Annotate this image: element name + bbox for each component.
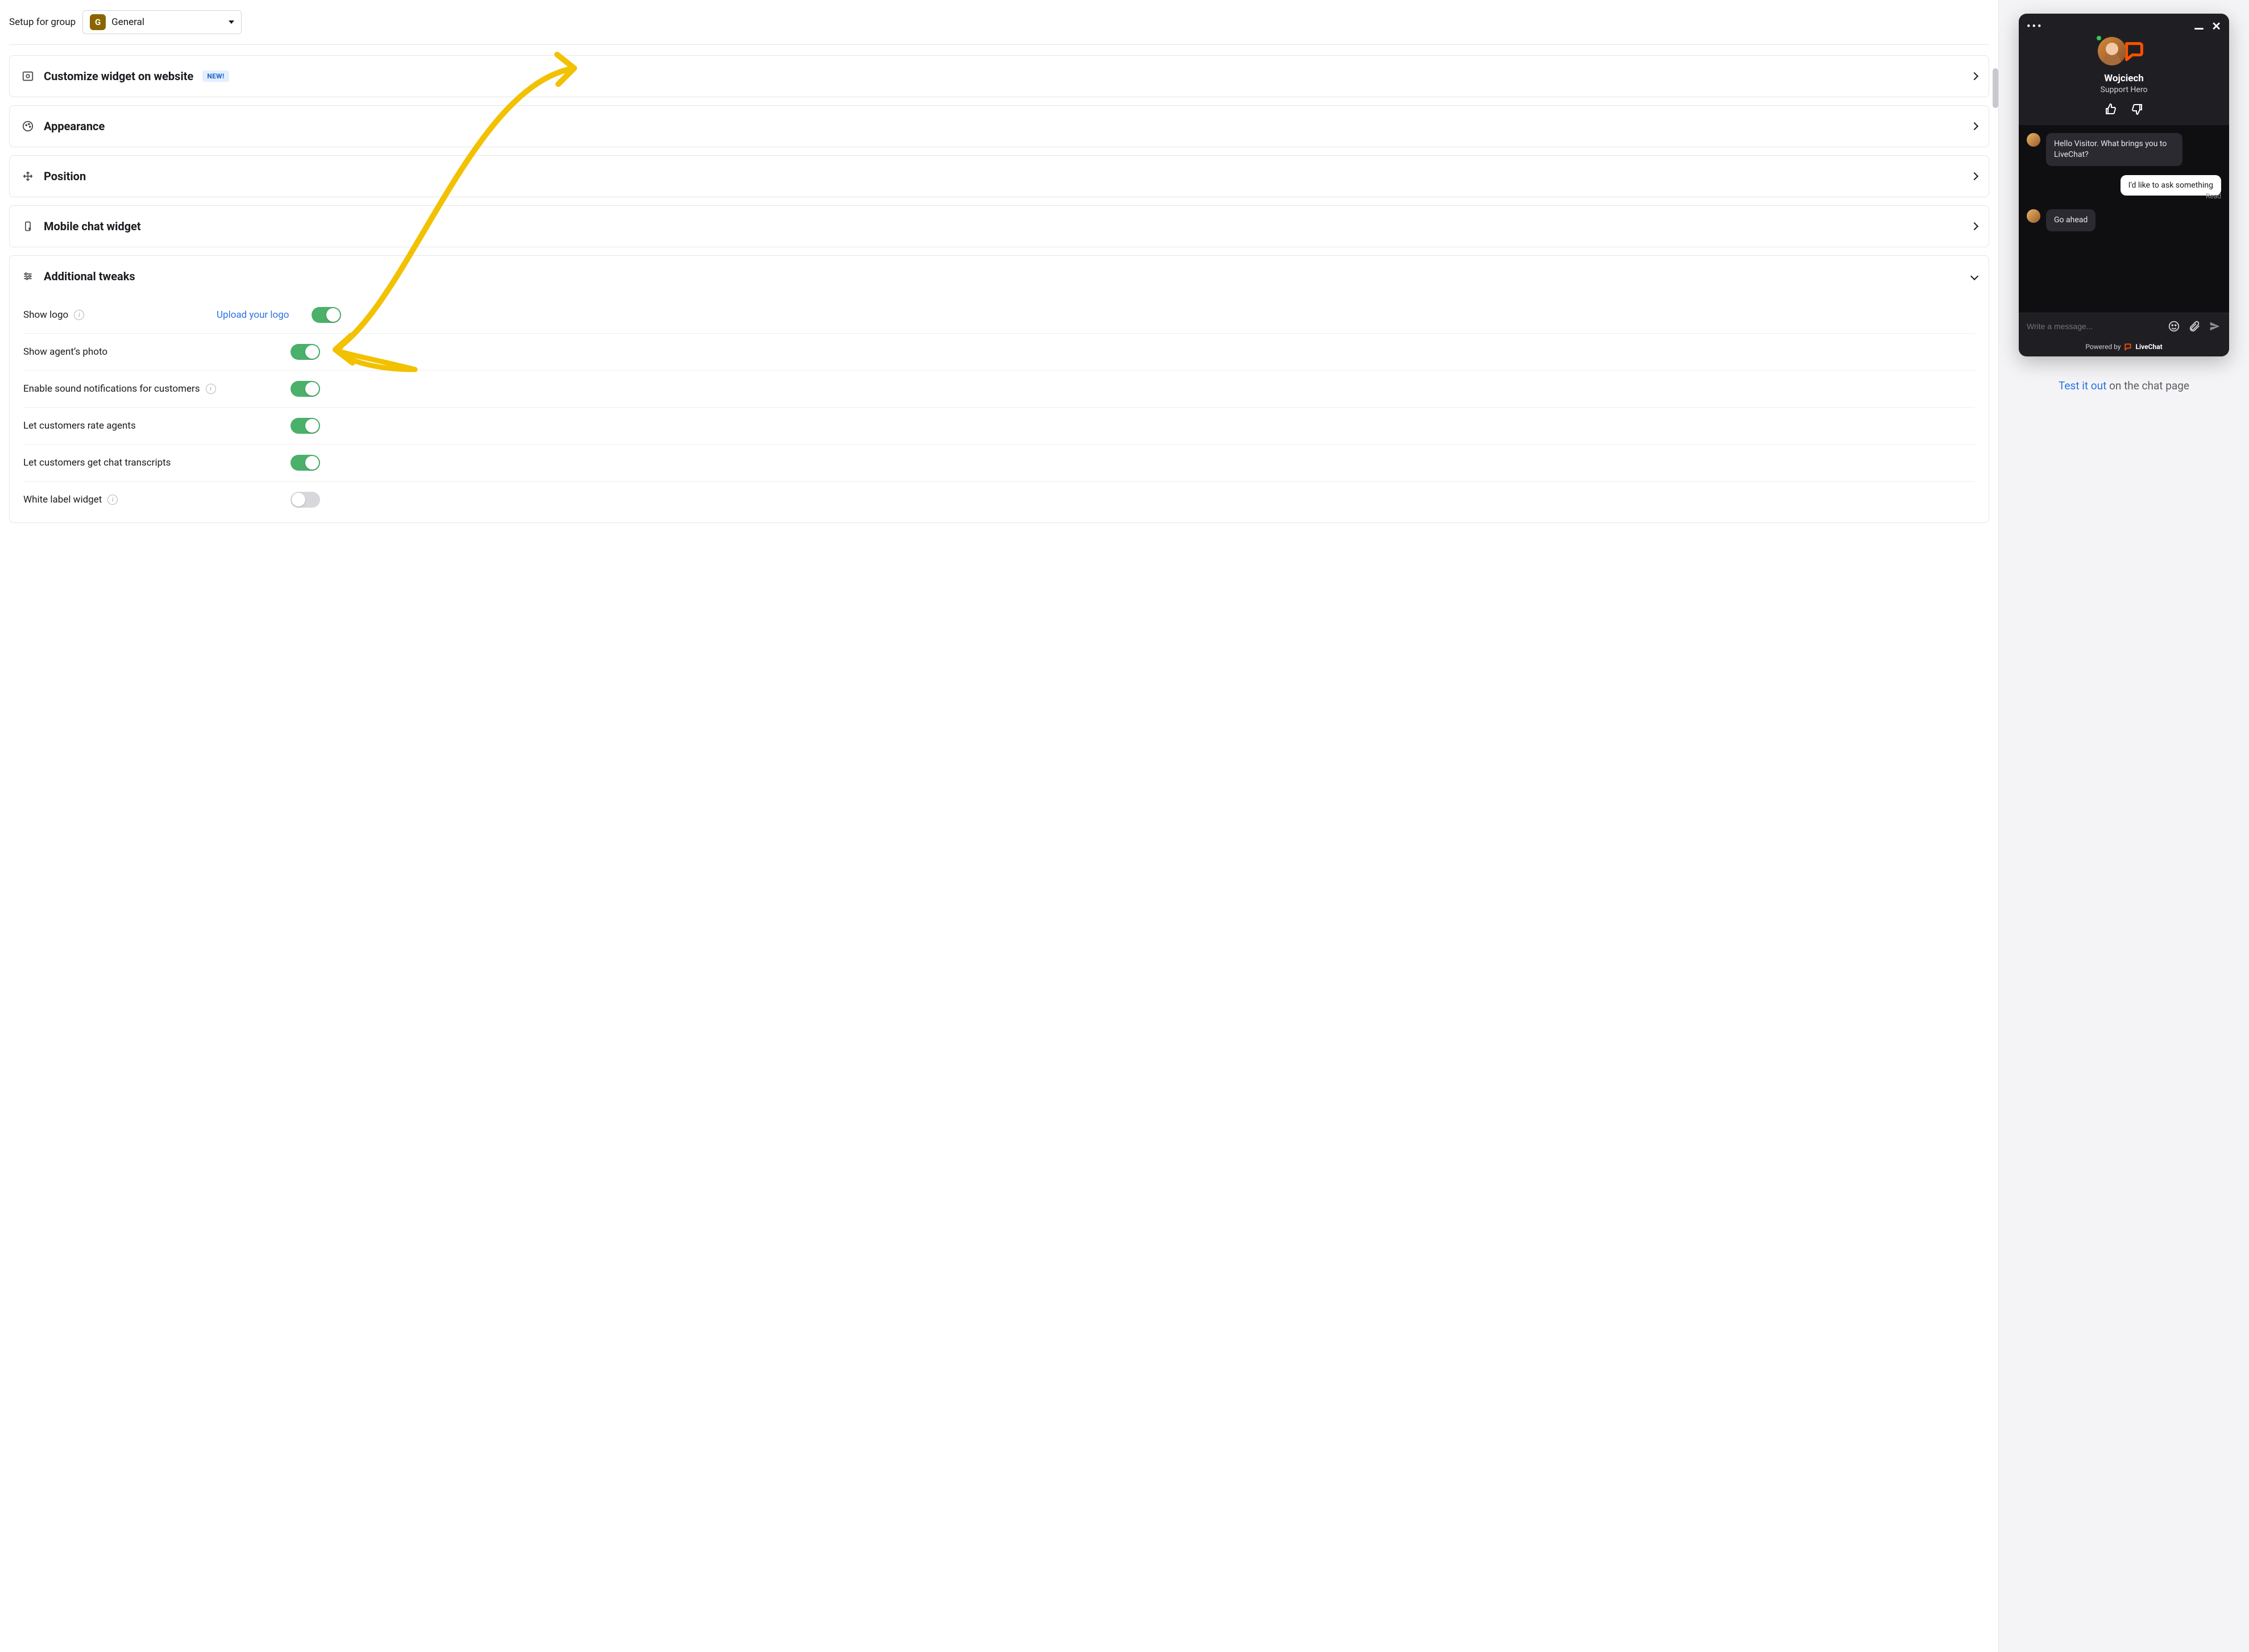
close-icon[interactable]: ✕ [2211, 19, 2221, 33]
tweak-label: Show logo [23, 309, 68, 321]
powered-brand: LiveChat [2135, 343, 2162, 351]
panel-position[interactable]: Position [9, 155, 1989, 197]
chevron-right-icon [1970, 222, 1978, 230]
info-icon[interactable]: i [107, 495, 118, 505]
panel-tweaks: Additional tweaks Show logo i Upload you… [9, 255, 1989, 523]
tweak-label: Let customers get chat transcripts [23, 457, 171, 468]
agent-avatar-small [2027, 133, 2040, 147]
cta-line: Test it out on the chat page [2059, 379, 2189, 392]
agent-avatar-small [2027, 209, 2040, 223]
panel-title-customize: Customize widget on website [44, 69, 193, 83]
chevron-down-icon [1970, 272, 1978, 280]
tweak-label: Let customers rate agents [23, 420, 136, 431]
attachment-icon[interactable] [2188, 320, 2201, 333]
toggle-rate[interactable] [291, 418, 320, 434]
scrollbar[interactable] [1993, 68, 1998, 108]
send-icon[interactable] [2209, 320, 2221, 333]
move-icon [21, 169, 35, 183]
panel-customize[interactable]: Customize widget on website NEW! [9, 55, 1989, 97]
thumbs-down-icon[interactable] [2130, 102, 2144, 116]
tweak-row-rate: Let customers rate agents [23, 408, 1975, 445]
chevron-right-icon [1970, 172, 1978, 180]
tweak-row-sound: Enable sound notifications for customers… [23, 371, 1975, 408]
panel-title-appearance: Appearance [44, 119, 105, 133]
website-icon [21, 69, 35, 83]
new-badge: NEW! [202, 70, 229, 82]
panel-title-mobile: Mobile chat widget [44, 219, 141, 233]
info-icon[interactable]: i [74, 310, 84, 320]
group-select[interactable]: G General [82, 10, 242, 34]
toggle-whitelabel[interactable] [291, 492, 320, 508]
chat-widget-preview: ••• ✕ Wojciech Support Hero [2019, 14, 2229, 356]
tweak-row-whitelabel: White label widget i [23, 482, 1975, 518]
panel-head-tweaks[interactable]: Additional tweaks [10, 256, 1989, 297]
chevron-right-icon [1970, 122, 1978, 130]
menu-dots-icon[interactable]: ••• [2027, 20, 2043, 32]
livechat-icon [2124, 343, 2132, 351]
panel-title-position: Position [44, 169, 86, 183]
group-name: General [111, 16, 144, 28]
chevron-down-icon [229, 20, 234, 24]
powered-label: Powered by [2085, 343, 2121, 351]
tweak-row-agent-photo: Show agent’s photo [23, 334, 1975, 371]
sliders-icon [21, 269, 35, 283]
chat-input[interactable] [2027, 322, 2160, 331]
presence-indicator [2096, 35, 2102, 41]
tweak-row-transcript: Let customers get chat transcripts [23, 445, 1975, 482]
toggle-sound[interactable] [291, 381, 320, 397]
panel-title-tweaks: Additional tweaks [44, 269, 135, 283]
info-icon[interactable]: i [206, 384, 216, 394]
agent-avatar [2098, 37, 2126, 65]
emoji-icon[interactable] [2168, 320, 2180, 333]
tweak-label: Show agent’s photo [23, 346, 107, 358]
agent-title: Support Hero [2101, 85, 2148, 94]
palette-icon [21, 119, 35, 133]
panel-mobile[interactable]: Mobile chat widget [9, 205, 1989, 247]
tweak-label: White label widget [23, 494, 102, 505]
agent-message: Hello Visitor. What brings you to LiveCh… [2046, 133, 2182, 166]
tweak-label: Enable sound notifications for customers [23, 383, 200, 395]
upload-logo-link[interactable]: Upload your logo [217, 309, 289, 321]
toggle-transcript[interactable] [291, 455, 320, 471]
cta-rest: on the chat page [2106, 379, 2189, 392]
setup-label: Setup for group [9, 16, 76, 28]
toggle-show-logo[interactable] [312, 307, 341, 323]
minimize-icon[interactable] [2194, 28, 2204, 30]
mobile-icon [21, 219, 35, 233]
test-it-out-link[interactable]: Test it out [2059, 379, 2106, 392]
agent-message: Go ahead [2046, 209, 2096, 231]
tweak-row-show-logo: Show logo i Upload your logo [23, 297, 1975, 334]
chevron-right-icon [1970, 72, 1978, 80]
panel-appearance[interactable]: Appearance [9, 105, 1989, 147]
thumbs-up-icon[interactable] [2104, 102, 2118, 116]
group-badge: G [90, 14, 106, 30]
agent-name: Wojciech [2104, 73, 2144, 84]
powered-by[interactable]: Powered by LiveChat [2019, 339, 2229, 356]
toggle-agent-photo[interactable] [291, 344, 320, 360]
